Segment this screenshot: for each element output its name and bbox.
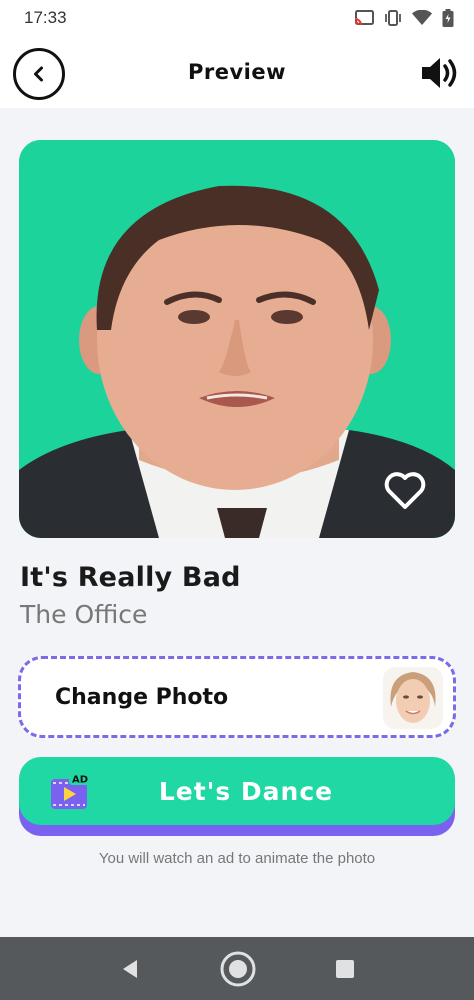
wifi-icon — [412, 10, 432, 25]
nav-back-icon[interactable] — [119, 958, 141, 980]
system-nav-bar — [0, 937, 474, 1000]
battery-icon — [442, 9, 454, 27]
sound-button[interactable] — [420, 56, 460, 90]
speaker-icon — [422, 58, 457, 88]
status-icons — [354, 9, 454, 27]
app-header: Preview — [0, 36, 474, 108]
ad-badge: AD — [72, 775, 88, 786]
ad-note: You will watch an ad to animate the phot… — [98, 850, 376, 867]
status-bar: 17:33 — [0, 0, 474, 36]
back-arrow-icon — [34, 66, 43, 82]
song-title: It's Really Bad — [20, 562, 241, 593]
status-time: 17:33 — [24, 8, 67, 27]
lets-dance-label: Let's Dance — [158, 776, 334, 806]
ad-video-icon: AD — [49, 771, 93, 813]
photo-preview — [19, 140, 455, 538]
back-button[interactable] — [13, 48, 65, 100]
nav-home-icon[interactable] — [218, 949, 258, 989]
song-subtitle: The Office — [20, 600, 148, 629]
heart-outline-icon — [384, 472, 426, 509]
vibrate-icon — [385, 10, 401, 26]
change-photo-button[interactable]: Change Photo — [18, 656, 456, 738]
favorite-button[interactable] — [383, 470, 427, 510]
change-photo-label: Change Photo — [55, 684, 229, 710]
face-thumbnail — [383, 667, 443, 729]
cast-icon — [354, 10, 374, 26]
nav-recents-icon[interactable] — [335, 959, 355, 979]
lets-dance-button[interactable]: AD Let's Dance — [19, 757, 455, 825]
page-title: Preview — [187, 60, 287, 84]
